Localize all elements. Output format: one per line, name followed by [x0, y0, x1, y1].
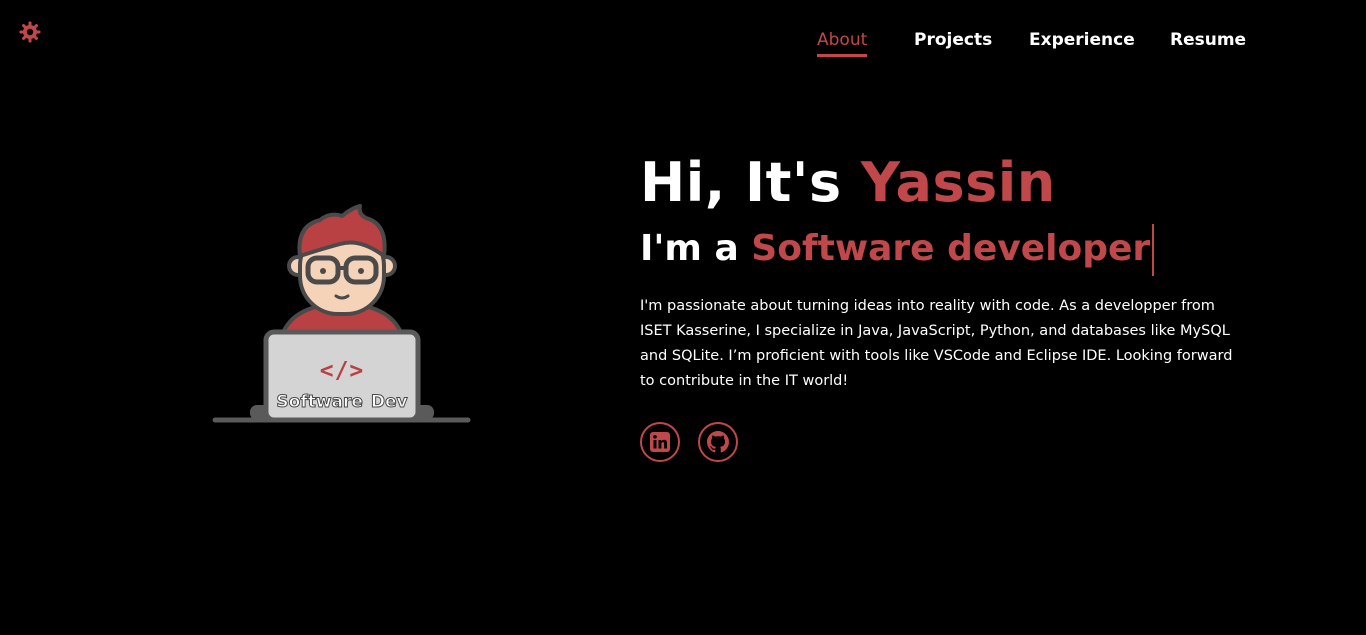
hero-role: I'm a Software developer [640, 220, 1260, 278]
hero-name: Yassin [860, 151, 1056, 214]
bio-text: I'm passionate about turning ideas into … [640, 298, 1233, 389]
github-icon [707, 431, 729, 453]
linkedin-button[interactable] [640, 422, 680, 462]
nav-item-projects[interactable]: Projects [914, 30, 992, 54]
portfolio-page: About Projects Experience Resume </> Sof… [0, 0, 1366, 635]
nav-item-experience[interactable]: Experience [1029, 30, 1135, 54]
github-button[interactable] [698, 422, 738, 462]
hero-greeting: Hi, It's Yassin [640, 148, 1260, 218]
code-icon: </> [319, 358, 365, 384]
main-nav: About Projects Experience Resume [0, 30, 1366, 62]
greeting-prefix: Hi, It's [640, 151, 861, 214]
role-title: Software developer [751, 228, 1151, 269]
laptop-label: Software Dev [276, 392, 408, 413]
typing-cursor [1152, 224, 1155, 276]
nav-item-about[interactable]: About [817, 30, 868, 57]
developer-illustration: </> Software Dev [210, 200, 474, 430]
hero-section: Hi, It's Yassin I'm a Software developer… [640, 148, 1260, 394]
linkedin-icon [650, 432, 670, 452]
nav-item-resume[interactable]: Resume [1170, 30, 1246, 54]
role-prefix: I'm a [640, 228, 752, 269]
